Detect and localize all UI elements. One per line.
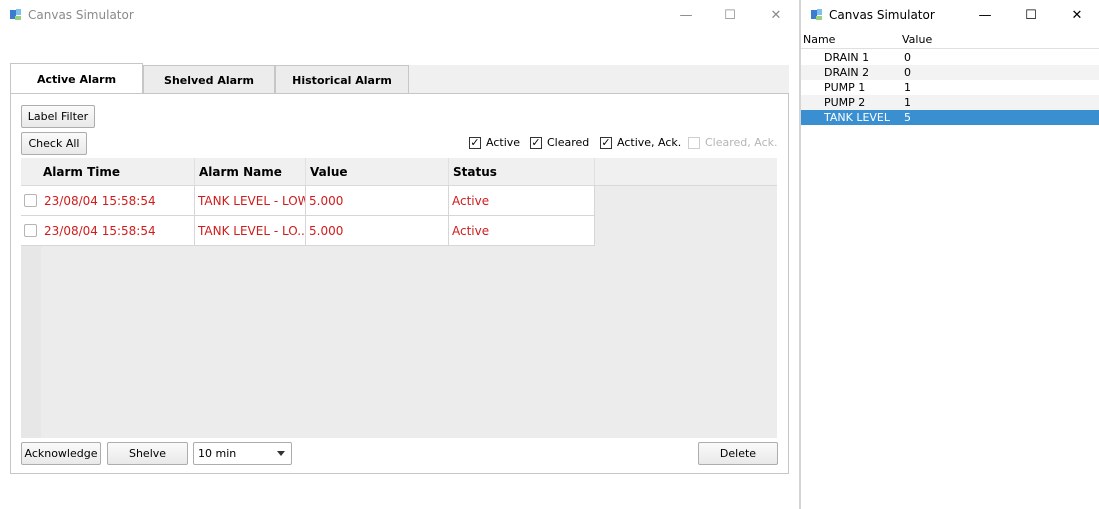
- check-icon: ✓: [600, 135, 612, 149]
- alarm-value-cell: 5.000: [306, 186, 449, 215]
- alarm-name-cell: TANK LEVEL - LOW: [195, 186, 306, 215]
- side-window: Canvas Simulator — ☐ ✕ Name Value DRAIN …: [801, 0, 1099, 509]
- chevron-down-icon: [277, 451, 285, 456]
- table-row[interactable]: 23/08/04 15:58:54 TANK LEVEL - LO... 5.0…: [21, 216, 595, 246]
- tag-name: DRAIN 2: [824, 66, 870, 79]
- check-icon: ✓: [530, 135, 542, 149]
- minimize-button[interactable]: —: [674, 4, 698, 26]
- alarm-value-cell: 5.000: [306, 216, 449, 245]
- column-header-alarm-time[interactable]: Alarm Time: [39, 158, 195, 185]
- list-item[interactable]: DRAIN 2 0: [801, 65, 1099, 80]
- filter-active-ack-label: Active, Ack.: [617, 136, 682, 149]
- label-filter-button[interactable]: Label Filter: [21, 105, 95, 128]
- list-item[interactable]: PUMP 1 1: [801, 80, 1099, 95]
- close-button[interactable]: ✕: [1065, 4, 1089, 26]
- tab-historical-alarm[interactable]: Historical Alarm: [275, 65, 409, 94]
- tag-name: DRAIN 1: [824, 51, 870, 64]
- column-header-alarm-name[interactable]: Alarm Name: [195, 158, 306, 185]
- alarm-status-cell: Active: [449, 216, 595, 245]
- filter-active-label: Active: [486, 136, 521, 149]
- acknowledge-button[interactable]: Acknowledge: [21, 442, 101, 465]
- maximize-button[interactable]: ☐: [718, 4, 742, 26]
- tab-shelved-alarm[interactable]: Shelved Alarm: [143, 65, 275, 94]
- filter-active-ack-checkbox[interactable]: ✓ Active, Ack.: [600, 136, 681, 149]
- tab-active-alarm[interactable]: Active Alarm: [10, 63, 143, 94]
- list-item[interactable]: PUMP 2 1: [801, 95, 1099, 110]
- main-window: Canvas Simulator — ☐ ✕ Active Alarm Shel…: [0, 0, 799, 509]
- close-button[interactable]: ✕: [764, 4, 788, 26]
- table-row[interactable]: 23/08/04 15:58:54 TANK LEVEL - LOW 5.000…: [21, 186, 595, 216]
- tab-strip: [409, 65, 789, 94]
- tag-value: 1: [904, 81, 911, 94]
- tag-name: PUMP 1: [824, 81, 866, 94]
- shelve-duration-select[interactable]: 10 min: [193, 442, 292, 465]
- tag-list-header: Name Value: [801, 32, 1099, 49]
- tag-name: PUMP 2: [824, 96, 866, 109]
- main-window-title: Canvas Simulator: [28, 8, 134, 22]
- filter-cleared-ack-label: Cleared, Ack.: [705, 136, 778, 149]
- alarm-name-cell: TANK LEVEL - LO...: [195, 216, 306, 245]
- canvas-simulator-app-icon: [9, 8, 23, 22]
- delete-button[interactable]: Delete: [698, 442, 778, 465]
- filter-cleared-label: Cleared: [547, 136, 590, 149]
- tag-name: TANK LEVEL: [824, 111, 891, 124]
- canvas-simulator-app-icon: [810, 8, 824, 22]
- filter-active-checkbox[interactable]: ✓ Active: [469, 136, 520, 149]
- column-header-status[interactable]: Status: [449, 158, 595, 185]
- row-select-checkbox[interactable]: [24, 224, 37, 237]
- filter-cleared-checkbox[interactable]: ✓ Cleared: [530, 136, 589, 149]
- check-icon: ✓: [469, 135, 481, 149]
- minimize-button[interactable]: —: [973, 4, 997, 26]
- side-title-bar: Canvas Simulator — ☐ ✕: [801, 0, 1099, 30]
- check-all-button[interactable]: Check All: [21, 132, 87, 155]
- alarm-time-cell: 23/08/04 15:58:54: [41, 216, 195, 245]
- row-select-checkbox[interactable]: [24, 194, 37, 207]
- filter-cleared-ack-checkbox: Cleared, Ack.: [688, 136, 778, 149]
- tag-value: 5: [904, 111, 911, 124]
- column-header-name[interactable]: Name: [803, 33, 835, 46]
- side-window-title: Canvas Simulator: [829, 8, 935, 22]
- column-header-value[interactable]: Value: [306, 158, 449, 185]
- tag-value: 0: [904, 51, 911, 64]
- maximize-button[interactable]: ☐: [1019, 4, 1043, 26]
- alarm-status-cell: Active: [449, 186, 595, 215]
- alarm-table: Alarm Time Alarm Name Value Status 23/08…: [21, 158, 777, 438]
- column-header-value[interactable]: Value: [902, 33, 932, 46]
- alarm-time-cell: 23/08/04 15:58:54: [41, 186, 195, 215]
- tag-value: 0: [904, 66, 911, 79]
- list-item-selected[interactable]: TANK LEVEL 5: [801, 110, 1099, 125]
- tag-value: 1: [904, 96, 911, 109]
- main-title-bar: Canvas Simulator — ☐ ✕: [0, 0, 799, 30]
- list-item[interactable]: DRAIN 1 0: [801, 50, 1099, 65]
- alarm-table-header: Alarm Time Alarm Name Value Status: [21, 158, 777, 186]
- shelve-duration-value: 10 min: [198, 447, 237, 460]
- shelve-button[interactable]: Shelve: [107, 442, 188, 465]
